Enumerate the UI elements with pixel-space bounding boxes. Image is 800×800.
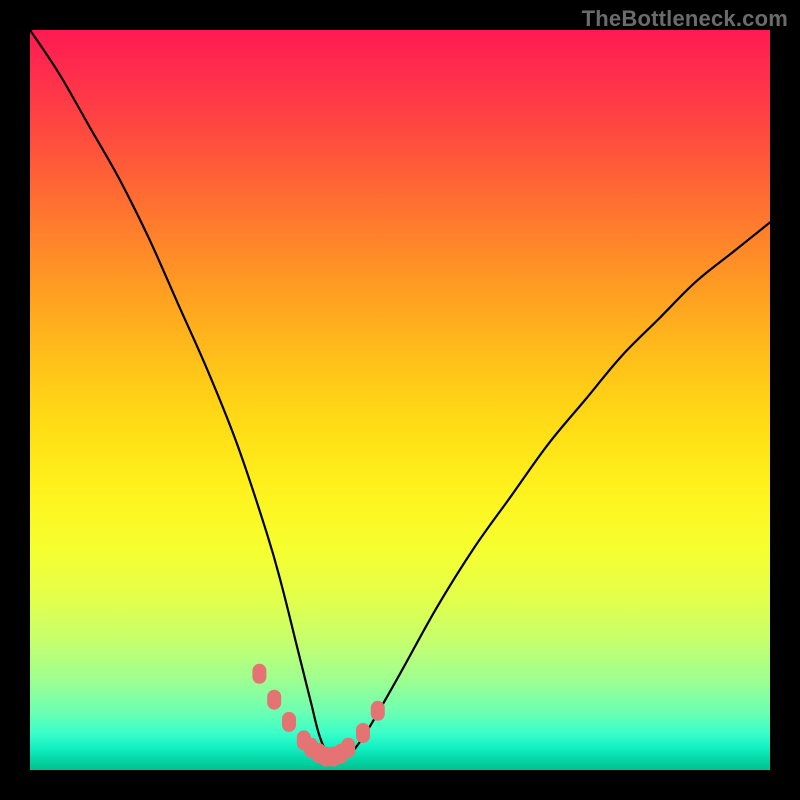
bottleneck-curve-svg bbox=[30, 30, 770, 770]
marker-point bbox=[282, 712, 296, 732]
marker-point bbox=[252, 664, 266, 684]
bottleneck-curve-path bbox=[30, 30, 770, 760]
marker-point bbox=[267, 690, 281, 710]
marker-point bbox=[371, 701, 385, 721]
marker-group bbox=[252, 664, 384, 767]
chart-frame: TheBottleneck.com bbox=[0, 0, 800, 800]
credit-watermark: TheBottleneck.com bbox=[582, 6, 788, 32]
marker-point bbox=[356, 723, 370, 743]
plot-area bbox=[30, 30, 770, 770]
marker-point bbox=[341, 738, 355, 758]
